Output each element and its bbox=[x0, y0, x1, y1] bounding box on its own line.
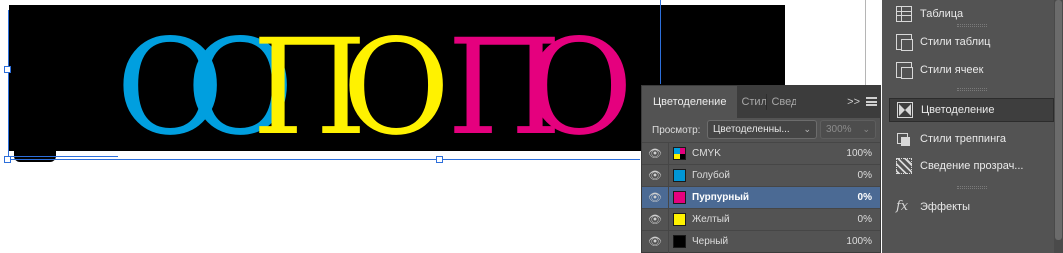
ink-percent: 100% bbox=[846, 236, 872, 247]
eye-icon[interactable]: 👁 bbox=[642, 147, 668, 160]
separations-panel: Цветоделение Стил Свед >> Просмотр: Цвет… bbox=[641, 85, 881, 253]
ink-row-magenta[interactable]: 👁 Пурпурный 0% bbox=[642, 186, 880, 209]
dock-item-table-styles[interactable]: Стили таблиц bbox=[889, 30, 1054, 54]
zoom-dropdown[interactable]: 300% ⌄ bbox=[820, 120, 876, 139]
cell-styles-icon bbox=[896, 62, 913, 79]
dock-item-label: Стили таблиц bbox=[920, 36, 991, 48]
dock-scrollbar[interactable] bbox=[1054, 0, 1063, 253]
canvas-text: О О П О П О bbox=[116, 11, 634, 165]
tab-flattener[interactable]: Свед bbox=[767, 86, 796, 118]
black-swatch bbox=[673, 235, 686, 248]
row-divider bbox=[668, 208, 669, 231]
panel-menu-icon[interactable] bbox=[866, 97, 877, 106]
chevron-down-icon: ⌄ bbox=[803, 124, 811, 134]
zoom-dropdown-value: 300% bbox=[826, 124, 852, 135]
more-tabs-button[interactable]: >> bbox=[847, 86, 860, 118]
text-baseline bbox=[8, 156, 118, 157]
dock-item-trap-styles[interactable]: Стили треппинга bbox=[889, 127, 1054, 151]
view-label: Просмотр: bbox=[652, 124, 701, 136]
ink-name: CMYK bbox=[692, 148, 721, 159]
selection-edge-right bbox=[660, 0, 661, 84]
dock-item-label: Стили ячеек bbox=[920, 64, 984, 76]
selection-handle-left[interactable] bbox=[4, 66, 11, 73]
black-glyph-stem bbox=[25, 90, 45, 150]
ink-name: Желтый bbox=[692, 214, 730, 225]
chevron-down-icon: ⌄ bbox=[862, 124, 870, 134]
ink-row-cmyk[interactable]: 👁 CMYK 100% bbox=[642, 142, 880, 165]
trap-styles-icon bbox=[896, 131, 912, 147]
panel-dock: Таблица Стили таблиц Стили ячеек Цветоде… bbox=[882, 0, 1063, 253]
dock-item-label: Сведение прозрач... bbox=[920, 160, 1024, 172]
eye-icon[interactable]: 👁 bbox=[642, 235, 668, 248]
row-divider bbox=[668, 142, 669, 165]
scrollbar-thumb[interactable] bbox=[1055, 0, 1062, 240]
selection-handle-bottom[interactable] bbox=[436, 156, 443, 163]
letter-p-yellow: П bbox=[252, 11, 368, 165]
dock-item-separations[interactable]: Цветоделение bbox=[889, 98, 1054, 122]
eye-icon[interactable]: 👁 bbox=[642, 213, 668, 226]
cyan-swatch bbox=[673, 169, 686, 182]
dock-item-effects[interactable]: fx Эффекты bbox=[889, 195, 1054, 219]
tab-styles[interactable]: Стил bbox=[737, 86, 766, 118]
cmyk-swatch-icon bbox=[673, 147, 686, 160]
view-dropdown-value: Цветоделенны... bbox=[713, 124, 790, 135]
row-divider bbox=[668, 230, 669, 253]
dock-gripper[interactable] bbox=[957, 88, 987, 91]
dock-item-flattener[interactable]: Сведение прозрач... bbox=[889, 154, 1054, 178]
letter-o-cyan-1: О bbox=[116, 11, 225, 165]
tab-separations[interactable]: Цветоделение bbox=[642, 86, 738, 118]
ink-list: 👁 CMYK 100% 👁 Голубой 0% 👁 Пурпурный 0% … bbox=[642, 142, 880, 253]
table-styles-icon bbox=[896, 34, 913, 51]
dock-item-label: Цветоделение bbox=[921, 104, 995, 116]
ink-name: Черный bbox=[692, 236, 729, 247]
row-divider bbox=[668, 186, 669, 209]
dock-item-label: Стили треппинга bbox=[920, 133, 1007, 145]
ink-percent: 100% bbox=[846, 148, 872, 159]
flattener-icon bbox=[896, 158, 912, 174]
ink-row-yellow[interactable]: 👁 Желтый 0% bbox=[642, 208, 880, 231]
ink-percent: 0% bbox=[857, 170, 872, 181]
ink-name: Голубой bbox=[692, 170, 730, 181]
selection-edge-left bbox=[8, 10, 9, 160]
dock-item-label: Эффекты bbox=[920, 201, 971, 213]
view-dropdown[interactable]: Цветоделенны... ⌄ bbox=[707, 120, 817, 139]
view-row: Просмотр: Цветоделенны... ⌄ 300% ⌄ bbox=[642, 118, 880, 142]
selection-edge-bottom bbox=[8, 159, 640, 160]
fx-icon: fx bbox=[896, 199, 909, 214]
dock-item-table[interactable]: Таблица bbox=[889, 2, 1054, 26]
separations-tabbar: Цветоделение Стил Свед >> bbox=[642, 86, 880, 118]
eye-icon[interactable]: 👁 bbox=[642, 169, 668, 182]
eye-icon[interactable]: 👁 bbox=[642, 191, 668, 204]
ink-row-black[interactable]: 👁 Черный 100% bbox=[642, 230, 880, 253]
letter-p-magenta: П bbox=[447, 11, 563, 165]
dock-item-cell-styles[interactable]: Стили ячеек bbox=[889, 58, 1054, 82]
ink-name: Пурпурный bbox=[692, 192, 750, 203]
separations-icon bbox=[897, 102, 913, 118]
row-divider bbox=[668, 164, 669, 187]
yellow-swatch bbox=[673, 213, 686, 226]
letter-o-magenta: О bbox=[525, 11, 634, 165]
ink-row-cyan[interactable]: 👁 Голубой 0% bbox=[642, 164, 880, 187]
ink-percent: 0% bbox=[857, 192, 872, 203]
selection-handle-bottom-left[interactable] bbox=[4, 156, 11, 163]
ink-percent: 0% bbox=[857, 214, 872, 225]
magenta-swatch bbox=[673, 191, 686, 204]
dock-item-label: Таблица bbox=[920, 8, 964, 20]
letter-o-cyan-2: О bbox=[186, 11, 295, 165]
dock-gripper[interactable] bbox=[957, 186, 987, 189]
table-icon bbox=[896, 6, 912, 22]
letter-o-yellow: О bbox=[342, 11, 451, 165]
